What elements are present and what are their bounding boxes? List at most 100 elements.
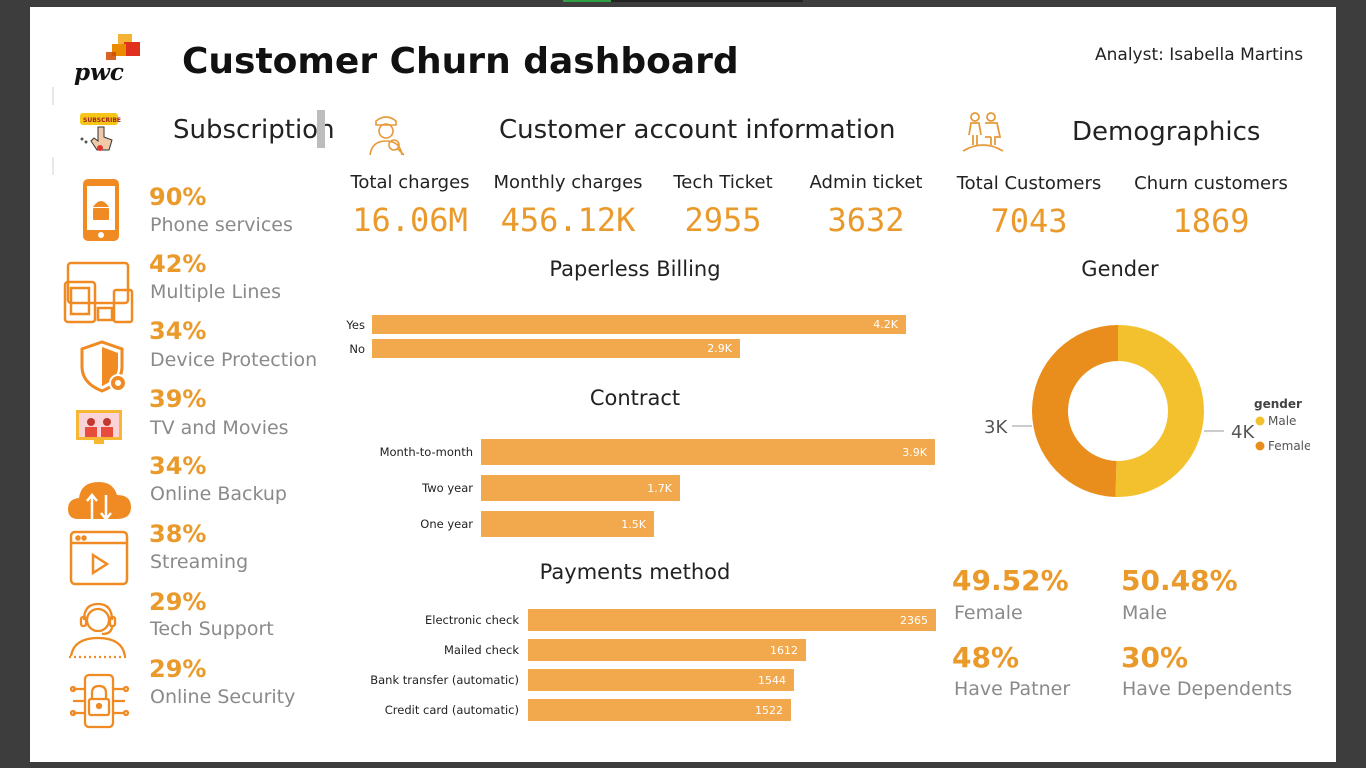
online-security-pct: 29%: [149, 655, 207, 683]
cloud-icon: [66, 473, 134, 531]
dependents-pct: 30%: [1121, 641, 1189, 674]
bar-value-label: 1.5K: [621, 517, 646, 531]
phone-icon: [78, 177, 134, 243]
analyst-name: Analyst: Isabella Martins: [1095, 45, 1304, 65]
bar-value-label: 3.9K: [902, 445, 927, 459]
partner-pct: 48%: [952, 641, 1020, 674]
kpi-total-customers-value: 7043: [990, 202, 1068, 240]
paperless-billing-chart: Yes 4.2K No 2.9K: [330, 315, 920, 365]
bar-category-label: Credit card (automatic): [384, 703, 519, 717]
bar-category-label: Two year: [422, 481, 473, 495]
bar[interactable]: 1612: [528, 639, 806, 661]
device-protection-pct: 34%: [149, 317, 207, 345]
kpi-admin-ticket-value: 3632: [827, 201, 905, 239]
bar[interactable]: 1.5K: [481, 511, 654, 537]
donut-label-female: 3K: [984, 417, 1008, 438]
kpi-admin-ticket-label: Admin ticket: [809, 172, 923, 193]
payments-method-title: Payments method: [539, 560, 731, 584]
male-pct: 50.48%: [1121, 564, 1238, 597]
female-pct: 49.52%: [952, 564, 1069, 597]
tech-support-pct: 29%: [149, 588, 207, 616]
legend-title: gender: [1254, 397, 1302, 411]
tv-movies-label: TV and Movies: [150, 417, 289, 439]
bar[interactable]: 1522: [528, 699, 791, 721]
bar-category-label: Yes: [346, 317, 365, 332]
bar[interactable]: 1.7K: [481, 475, 680, 501]
subscribe-icon: SUBSCRIBE: [78, 111, 122, 157]
bar[interactable]: 3.9K: [481, 439, 935, 465]
legend-swatch: [1255, 441, 1265, 451]
kpi-monthly-charges-value: 456.12K: [500, 201, 636, 239]
bar[interactable]: 2365: [528, 609, 936, 631]
online-security-label: Online Security: [150, 686, 296, 708]
gender-title: Gender: [1081, 257, 1159, 281]
donut-slice-male[interactable]: [1115, 325, 1204, 497]
contract-chart: Month-to-month 3.9K Two year 1.7K One year 1.…: [330, 439, 935, 544]
bar-category-label: Bank transfer (automatic): [370, 673, 519, 687]
payments-method-chart: Electronic check 2365 Mailed check 1612 Bank…: [330, 609, 936, 724]
gender-donut-chart: 3K 4K gender Male Female: [984, 325, 1310, 497]
left-divider: [52, 87, 54, 105]
bar-value-label: 4.2K: [873, 318, 898, 331]
donut-slice-female[interactable]: [1031, 325, 1118, 497]
female-label: Female: [954, 602, 1023, 624]
bar-value-label: 2365: [900, 613, 928, 627]
shield-icon: [76, 339, 132, 395]
svg-text:SUBSCRIBE: SUBSCRIBE: [83, 117, 121, 124]
tech-support-label: Tech Support: [150, 618, 274, 640]
bar[interactable]: 4.2K: [372, 315, 906, 334]
streaming-pct: 38%: [149, 520, 207, 548]
legend-swatch: [1255, 416, 1265, 426]
kpi-tech-ticket-label: Tech Ticket: [673, 172, 773, 193]
window-top-accent: [563, 0, 611, 2]
partner-label: Have Patner: [954, 678, 1071, 700]
kpi-monthly-charges-label: Monthly charges: [493, 172, 643, 193]
pwc-logo: pwc: [72, 32, 144, 88]
tv-icon: [74, 408, 126, 448]
phone-services-label: Phone services: [150, 214, 293, 236]
dependents-label: Have Dependents: [1122, 678, 1293, 700]
multiple-lines-label: Multiple Lines: [150, 281, 282, 303]
tv-movies-pct: 39%: [149, 385, 207, 413]
lock-icon: [69, 671, 130, 731]
online-backup-label: Online Backup: [150, 483, 287, 505]
multiple-lines-pct: 42%: [149, 250, 207, 278]
bar[interactable]: 2.9K: [372, 339, 740, 358]
bar-value-label: 1544: [758, 673, 786, 687]
bar-category-label: No: [349, 341, 365, 356]
play-icon: [68, 529, 132, 587]
streaming-label: Streaming: [150, 551, 249, 573]
logo-text: pwc: [74, 59, 124, 86]
window-top-line: [611, 0, 803, 2]
kpi-churn-customers-label: Churn customers: [1134, 173, 1288, 194]
bar-value-label: 1522: [755, 703, 783, 717]
kpi-tech-ticket-value: 2955: [684, 201, 762, 239]
scroll-handle[interactable]: [317, 110, 325, 148]
legend-label: Male: [1268, 414, 1296, 428]
left-divider: [52, 157, 54, 175]
section-demographics: Demographics: [1072, 117, 1261, 147]
device-protection-label: Device Protection: [150, 349, 318, 371]
bar-category-label: Month-to-month: [379, 445, 473, 459]
donut-label-male: 4K: [1231, 422, 1255, 443]
devices-icon: [62, 260, 136, 326]
male-label: Male: [1122, 602, 1168, 624]
bar-value-label: 2.9K: [707, 342, 732, 355]
paperless-billing-title: Paperless Billing: [549, 257, 721, 281]
kpi-total-charges-value: 16.06M: [352, 201, 468, 239]
kpi-total-charges-label: Total charges: [350, 172, 470, 193]
kpi-churn-customers-value: 1869: [1172, 202, 1250, 240]
section-account: Customer account information: [499, 115, 896, 145]
legend-label: Female: [1268, 439, 1310, 453]
phone-services-pct: 90%: [149, 183, 207, 211]
couple-icon: [960, 111, 1006, 159]
bar-category-label: Electronic check: [424, 613, 519, 627]
dashboard-canvas: pwc Customer Churn dashboard Analyst: Is…: [30, 7, 1336, 762]
kpi-total-customers-label: Total Customers: [956, 173, 1102, 194]
online-backup-pct: 34%: [149, 452, 207, 480]
bar-category-label: One year: [420, 517, 473, 531]
bar-value-label: 1.7K: [647, 481, 672, 495]
bar[interactable]: 1544: [528, 669, 794, 691]
bar-category-label: Mailed check: [443, 643, 519, 657]
page-title: Customer Churn dashboard: [182, 41, 739, 82]
